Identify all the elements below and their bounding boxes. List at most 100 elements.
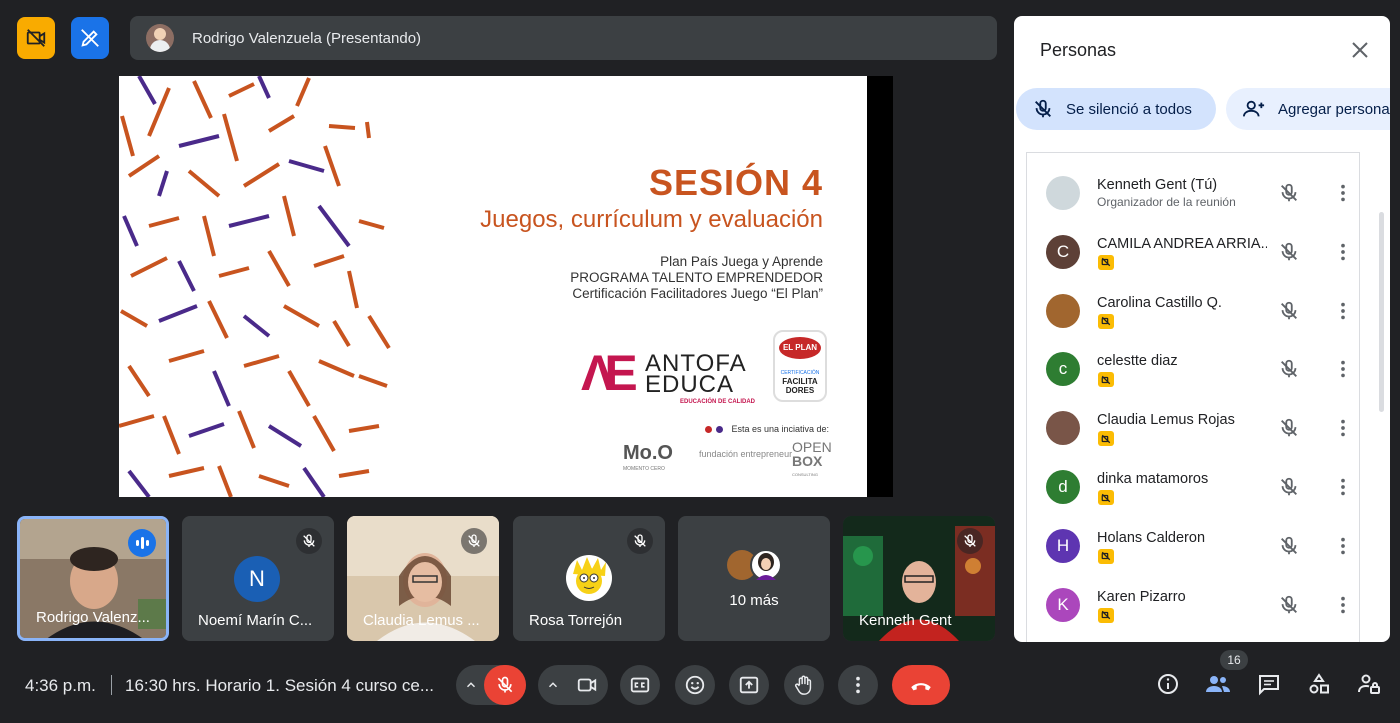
mic-off-icon[interactable] [1278,358,1300,380]
more-vert-icon[interactable] [1332,241,1354,263]
camera-icon[interactable] [576,674,598,696]
presenter-bar: Rodrigo Valenzuela (Presentando) [130,16,997,60]
more-vert-icon [856,676,860,694]
leave-call-button[interactable] [892,665,950,705]
presentation-off-icon [1098,372,1114,388]
participant-name: Rosa Torrejón [529,612,623,629]
more-vert-icon[interactable] [1332,594,1354,616]
participant-row[interactable]: c celestte diaz [1046,352,1366,410]
participant-tile[interactable]: Kenneth Gent [843,516,995,641]
chat-button[interactable] [1249,664,1289,704]
mic-off-icon[interactable] [1278,300,1300,322]
presentation-area: SESIÓN 4 Juegos, currículum y evaluación… [119,76,893,497]
bottom-toolbar: 4:36 p.m. 16:30 hrs. Horario 1. Sesión 4… [0,648,1400,723]
reactions-button[interactable] [675,665,715,705]
participant-tile[interactable]: Rodrigo Valenz... [17,516,169,641]
mic-control[interactable] [456,665,526,705]
presentation-off-icon [1098,254,1114,270]
raise-hand-button[interactable] [784,665,824,705]
presenter-label: Rodrigo Valenzuela (Presentando) [192,29,422,47]
more-participants-tile[interactable]: 10 más [678,516,830,641]
participant-row[interactable]: H Holans Calderon [1046,528,1366,587]
participant-tile[interactable]: N Noemí Marín C... [182,516,334,641]
participant-role: Organizador de la reunión [1097,195,1236,209]
slide-line: PROGRAMA TALENTO EMPRENDEDOR [570,270,823,285]
presentation-off-icon [1098,431,1114,447]
shapes-icon [1309,673,1329,694]
participant-row[interactable]: C CAMILA ANDREA ARRIA... [1046,234,1366,293]
add-people-button[interactable]: Agregar personas [1226,88,1390,130]
host-controls-button[interactable] [1349,664,1389,704]
captions-button[interactable] [620,665,660,705]
mic-off-icon[interactable] [1278,594,1300,616]
mic-off-icon[interactable] [1278,476,1300,498]
participant-row[interactable]: d dinka matamoros [1046,470,1366,528]
mic-off-icon[interactable] [1278,241,1300,263]
more-options-button[interactable] [838,665,878,705]
clock: 4:36 p.m. [25,676,96,695]
presentation-off-icon [1098,548,1114,564]
present-button[interactable] [729,665,769,705]
initiative-note: Esta es una inciativa de: [705,424,829,434]
participant-name: Holans Calderon [1097,529,1206,546]
more-vert-icon[interactable] [1332,535,1354,557]
mic-off-button[interactable] [484,665,526,705]
chevron-up-icon[interactable] [546,678,560,692]
participant-name: Karen Pizarro [1097,588,1186,605]
participant-row[interactable]: Claudia Lemus Rojas [1046,411,1366,469]
avatar [566,555,612,601]
participant-name: dinka matamoros [1097,471,1209,487]
activities-button[interactable] [1299,664,1339,704]
meeting-details-button[interactable] [1148,664,1188,704]
presenter-avatar [146,24,174,52]
mic-off-icon[interactable] [1278,417,1300,439]
more-vert-icon[interactable] [1332,476,1354,498]
participant-name: Kenneth Gent (Tú) [1097,177,1218,193]
panel-title: Personas [1040,40,1117,60]
more-vert-icon[interactable] [1332,417,1354,439]
more-count-label: 10 más [729,592,779,609]
participant-tile[interactable]: Claudia Lemus ... [347,516,499,641]
meet-window: Rodrigo Valenzuela (Presentando) SESIÓN … [0,0,1400,723]
participant-name: Claudia Lemus ... [363,612,480,629]
avatar: C [1046,234,1080,269]
slide-title: SESIÓN 4 [648,162,823,203]
certification-badge: EL PLAN CERTIFICACIÓN FACILITA DORES [773,330,827,402]
whiteboard-badge[interactable] [71,17,109,59]
scrollbar[interactable] [1379,212,1384,412]
more-vert-icon[interactable] [1332,182,1354,204]
mic-off-icon[interactable] [1278,182,1300,204]
presentation-off-icon [1098,490,1114,505]
chat-icon [1259,675,1279,696]
avatar: K [1046,587,1080,622]
avatar: N [234,556,280,602]
participant-row[interactable]: K Karen Pizarro [1046,587,1366,642]
close-icon[interactable] [1348,38,1372,62]
participant-tile[interactable]: Rosa Torrejón [513,516,665,641]
lock-person-icon [1358,674,1380,694]
people-button[interactable] [1198,664,1238,704]
slide-subtitle: Juegos, currículum y evaluación [480,206,823,233]
add-people-label: Agregar personas [1278,100,1390,118]
sponsor-momento-cero: Mo.O [623,442,673,464]
hang-up-icon [911,683,931,691]
camera-control[interactable] [538,665,608,705]
participant-row[interactable]: Carolina Castillo Q. [1046,293,1366,352]
mute-all-button[interactable]: Se silenció a todos [1016,88,1216,130]
recording-off-badge[interactable] [17,17,55,59]
chevron-up-icon[interactable] [464,678,478,692]
captions-icon [630,677,650,693]
add-person-icon [1243,100,1265,117]
participant-name: Kenneth Gent [859,612,952,629]
info-icon [1158,674,1178,694]
mic-off-icon[interactable] [1278,535,1300,557]
participant-row[interactable]: Kenneth Gent (Tú) Organizador de la reuni… [1046,176,1366,234]
presentation-off-icon [1098,607,1114,623]
more-vert-icon[interactable] [1332,300,1354,322]
more-vert-icon[interactable] [1332,358,1354,380]
avatar: H [1046,528,1080,563]
mic-off-icon [497,676,513,693]
slide-description: Plan País Juega y Aprende PROGRAMA TALEN… [570,254,823,302]
meeting-title: 16:30 hrs. Horario 1. Sesión 4 curso ce.… [125,676,434,695]
avatar [1046,411,1080,446]
